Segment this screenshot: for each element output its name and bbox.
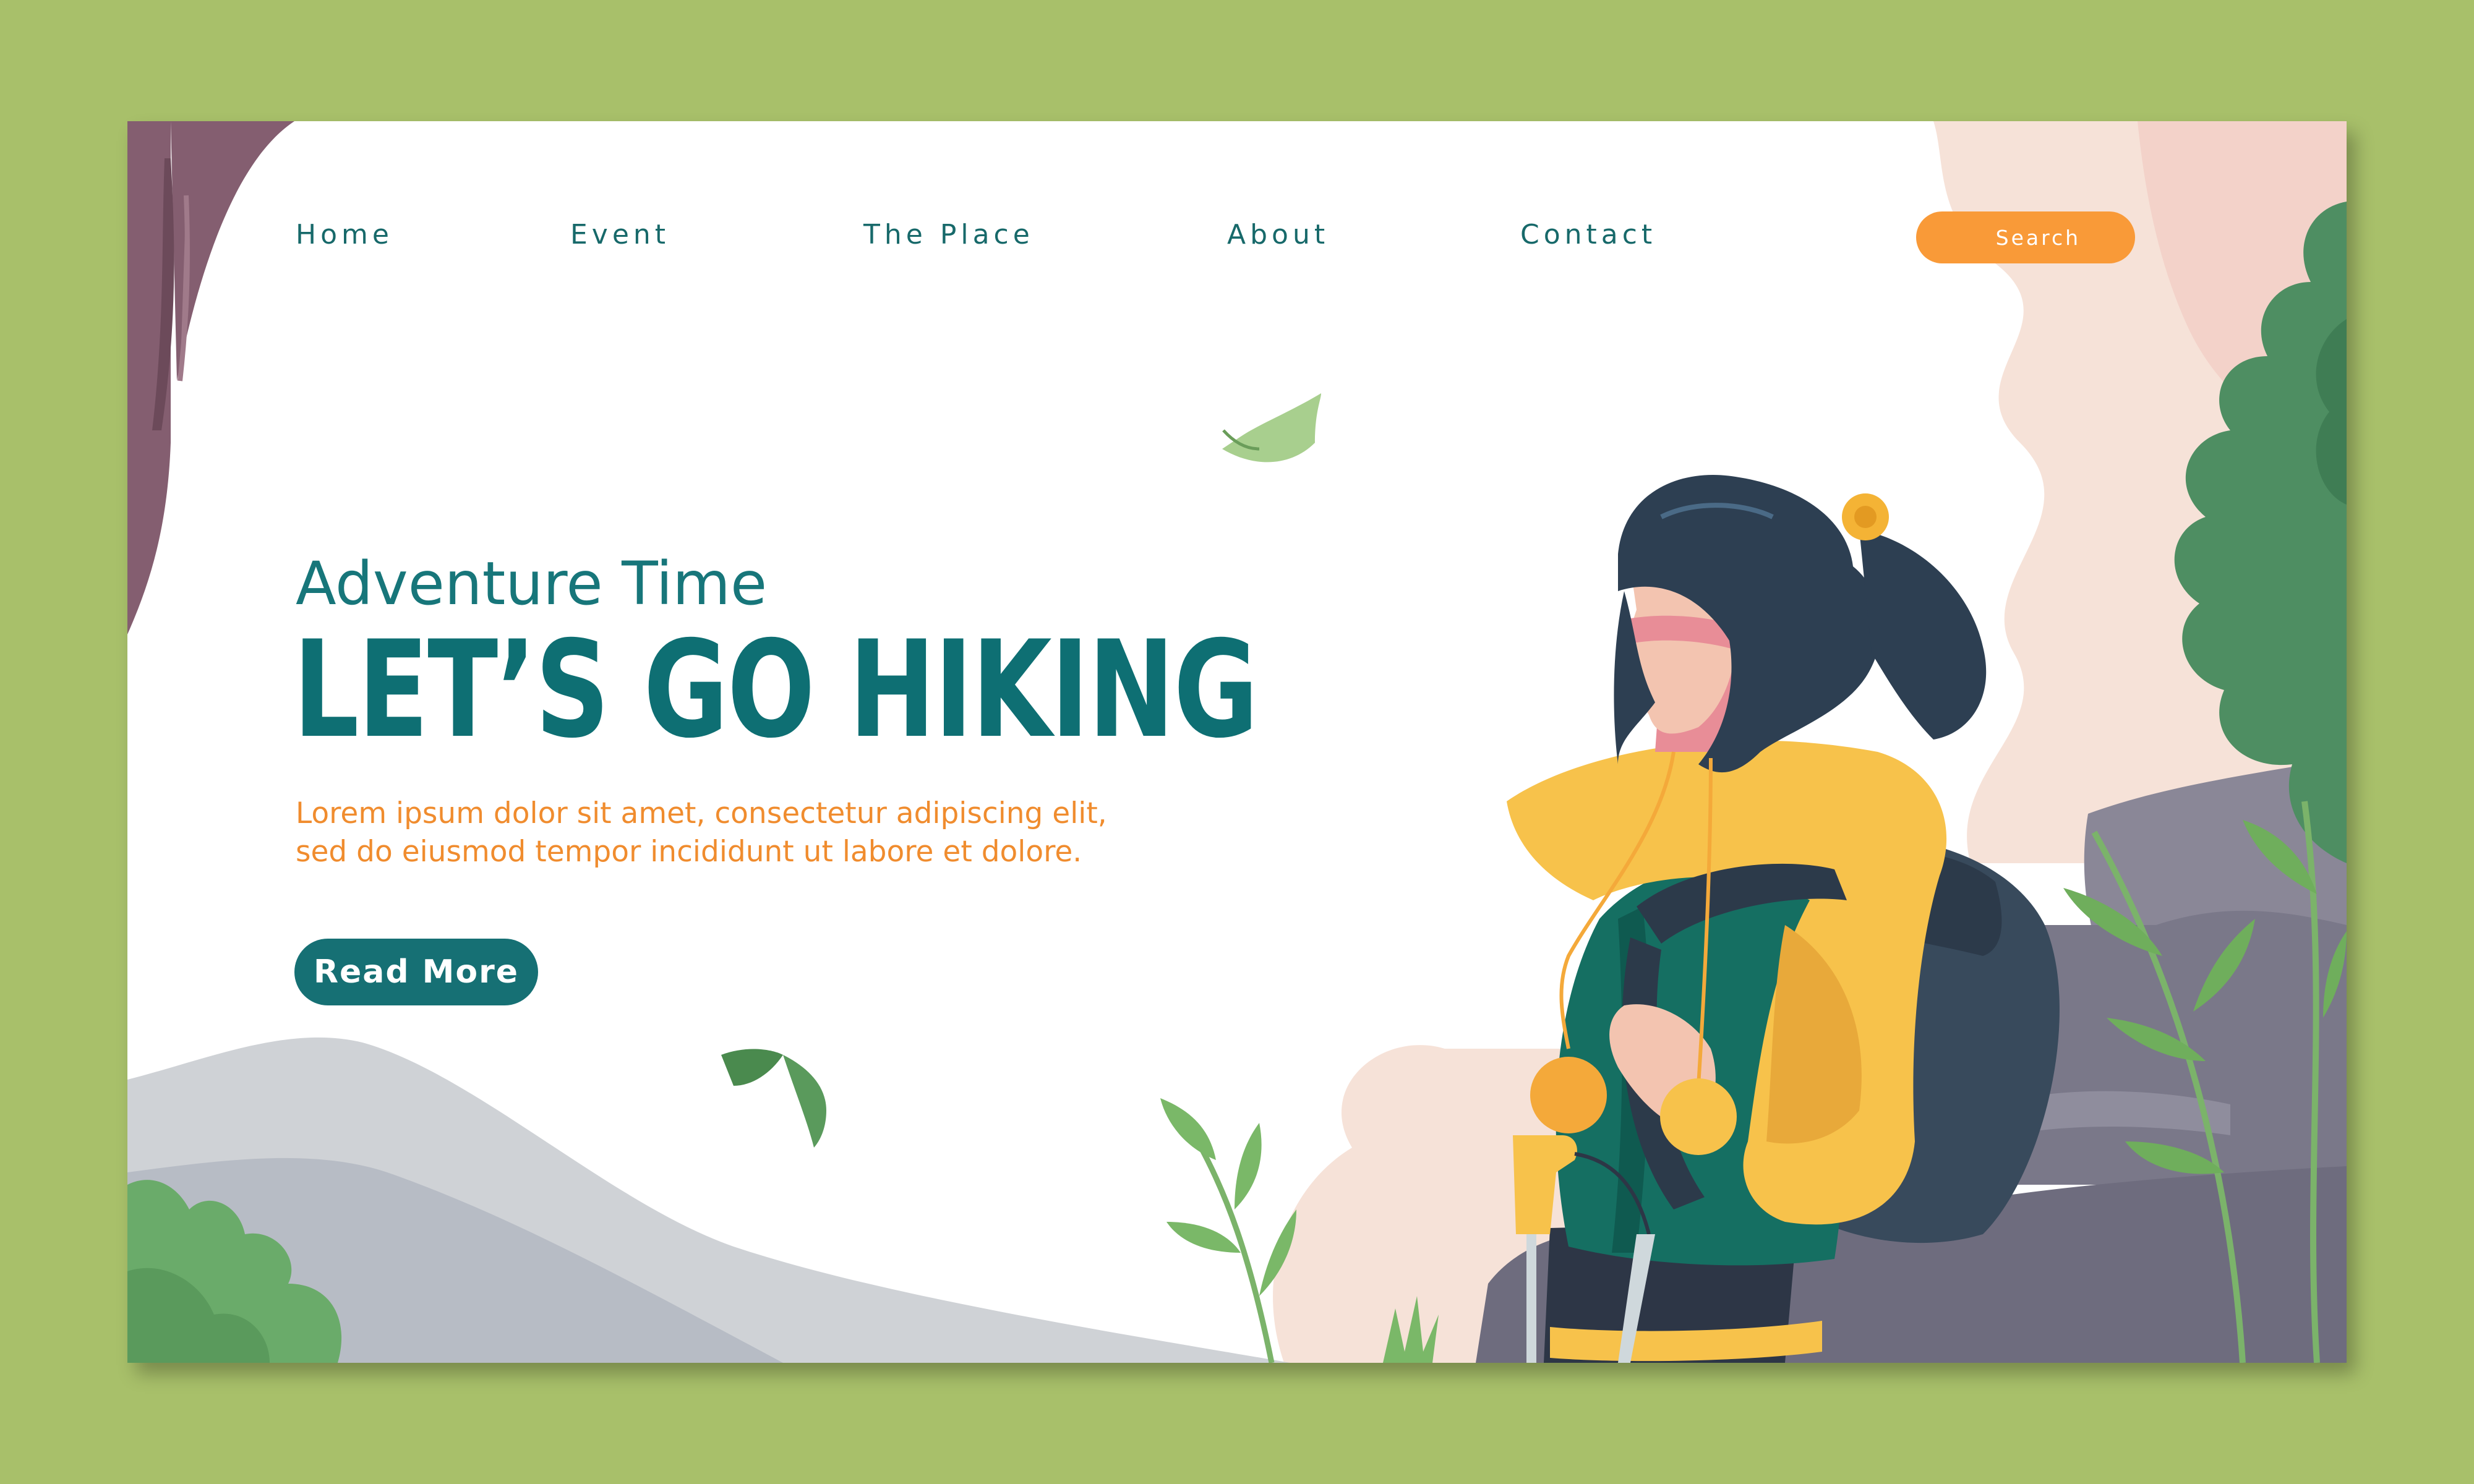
hero-body-line: sed do eiusmod tempor incididunt ut labo…	[296, 835, 1082, 869]
pompom	[1660, 1078, 1737, 1155]
hero-title: LET’S GO HIKING	[293, 612, 1259, 767]
hero-subtitle: Adventure Time	[296, 549, 767, 618]
search-button-label: Search	[1995, 225, 2081, 250]
pompom	[1530, 1057, 1607, 1133]
tree-trunk	[127, 121, 294, 634]
leaf-icon	[721, 1049, 826, 1148]
read-more-button[interactable]: Read More	[294, 939, 538, 1005]
nav-contact-link[interactable]: Contact	[1520, 219, 1656, 250]
search-button[interactable]: Search	[1916, 211, 2135, 263]
nav-about-link[interactable]: About	[1227, 219, 1329, 250]
nav-home-link[interactable]: Home	[296, 219, 393, 250]
hero-body-line: Lorem ipsum dolor sit amet, consectetur …	[296, 796, 1107, 830]
landing-page-card: Home Event The Place About Contact Searc…	[127, 121, 2347, 1363]
nav-event-link[interactable]: Event	[570, 219, 670, 250]
hiker-girl	[1507, 474, 2060, 1363]
nav-the-place-link[interactable]: The Place	[863, 219, 1034, 250]
leaf-icon	[1222, 393, 1321, 463]
